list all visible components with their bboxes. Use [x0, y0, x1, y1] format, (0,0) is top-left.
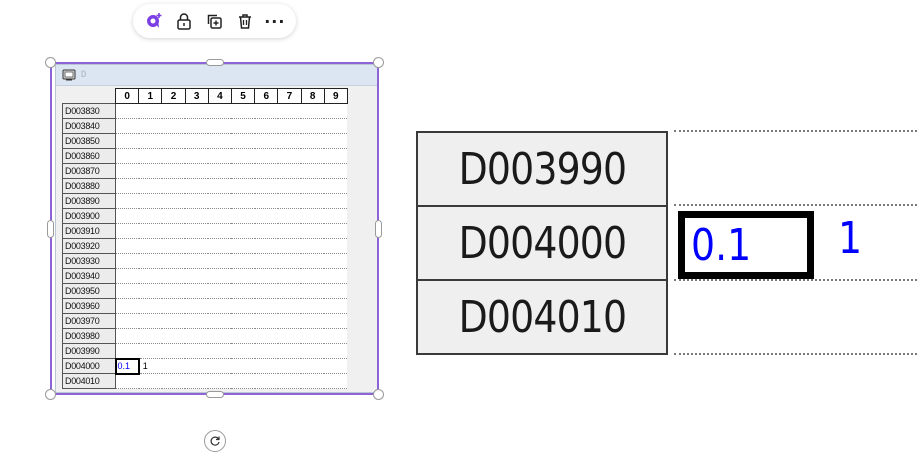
zoom-selected-value: 0.1: [691, 219, 752, 271]
more-icon[interactable]: ···: [263, 9, 287, 33]
zoom-address-label: D003990: [458, 143, 626, 195]
selection-frame[interactable]: [50, 62, 379, 395]
zoomed-detail: D003990 D004000 0.1 1 D004010: [416, 121, 917, 357]
resize-handle-left[interactable]: [47, 220, 54, 238]
zoom-row: D004000 0.1 1: [416, 205, 917, 281]
rotate-icon: [210, 436, 220, 446]
more-label: ···: [264, 11, 286, 31]
delete-icon[interactable]: [233, 9, 257, 33]
zoom-row: D004010: [416, 279, 917, 355]
zoom-row: D003990: [416, 131, 917, 207]
zoom-address-cell: D004000: [416, 205, 668, 281]
resize-handle-top[interactable]: [206, 59, 224, 66]
resize-handle-bottom[interactable]: [206, 391, 224, 398]
zoom-address-label: D004010: [458, 291, 626, 343]
resize-handle-right[interactable]: [375, 220, 382, 238]
zoom-selected-cell[interactable]: 0.1: [678, 211, 814, 279]
resize-handle-top-left[interactable]: [45, 57, 56, 68]
floating-toolbar: ···: [133, 4, 296, 38]
lock-icon[interactable]: [172, 9, 196, 33]
rotate-button[interactable]: [204, 430, 226, 452]
zoom-address-cell: D003990: [416, 131, 668, 207]
zoom-value-cell[interactable]: 1: [836, 213, 864, 264]
duplicate-icon[interactable]: [202, 9, 226, 33]
ai-assist-icon[interactable]: [142, 9, 166, 33]
resize-handle-top-right[interactable]: [373, 57, 384, 68]
resize-handle-bottom-right[interactable]: [373, 389, 384, 400]
zoom-gridline: [674, 353, 917, 355]
zoom-next-value: 1: [837, 213, 863, 264]
resize-handle-bottom-left[interactable]: [45, 389, 56, 400]
zoom-address-label: D004000: [458, 217, 626, 269]
zoom-address-cell: D004010: [416, 279, 668, 355]
